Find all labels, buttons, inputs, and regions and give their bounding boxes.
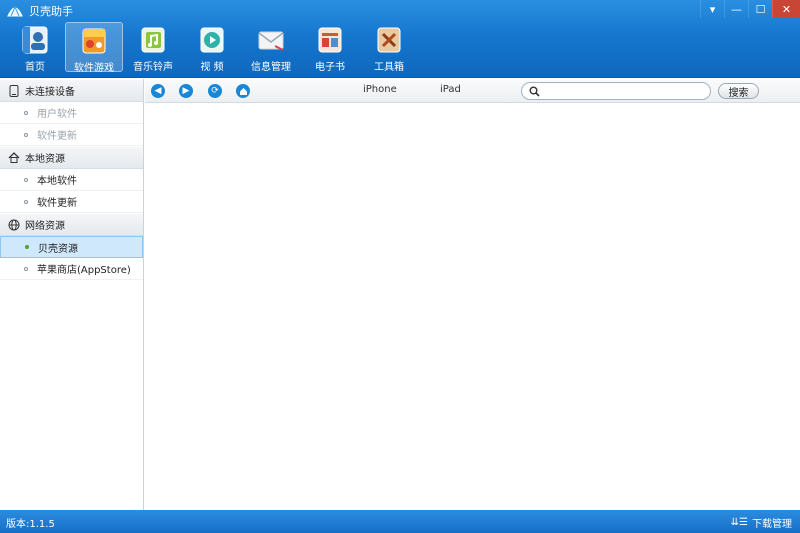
version-label: 版本:1.1.5	[6, 519, 55, 530]
refresh-button[interactable]: ⟳	[208, 84, 222, 98]
close-button[interactable]: ✕	[772, 0, 800, 18]
search-input[interactable]	[542, 84, 702, 98]
search-button[interactable]: 搜索	[718, 83, 759, 99]
nav-video[interactable]: 视 频	[183, 22, 241, 73]
title-toolbar-area: 贝壳助手 ▾ — ☐ ✕ 首页 软件游戏 音乐铃声 视 频 信息管理 电子书 工…	[0, 0, 800, 78]
home-small-icon	[239, 87, 247, 95]
ebook-icon	[313, 24, 347, 56]
app-title: 贝壳助手	[29, 5, 73, 18]
app-logo-icon	[7, 5, 23, 17]
nav-label: 视 频	[200, 62, 224, 73]
back-button[interactable]: ◀	[151, 84, 165, 98]
sidebar-section-network[interactable]: 网络资源	[0, 213, 143, 236]
search-box	[521, 82, 711, 100]
bullet-icon	[24, 177, 28, 182]
nav-label: 音乐铃声	[133, 62, 173, 73]
home-button[interactable]	[236, 84, 250, 98]
download-manager-label: 下载管理	[752, 519, 792, 530]
nav-label: 电子书	[315, 62, 345, 73]
sidebar-section-title: 网络资源	[25, 221, 65, 232]
sidebar-item-local-updates[interactable]: 软件更新	[0, 191, 143, 213]
sidebar: 未连接设备 用户软件 软件更新 本地资源 本地软件 软件更新 网络资源 贝壳资源…	[0, 79, 144, 510]
toolbox-icon	[372, 24, 406, 56]
nav-toolbox[interactable]: 工具箱	[360, 22, 418, 73]
sidebar-item-label: 本地软件	[37, 176, 77, 187]
app-title-bar: 贝壳助手	[6, 3, 73, 19]
content-area	[145, 104, 800, 510]
back-arrow-icon: ◀	[154, 85, 162, 96]
status-bar: 版本:1.1.5 ⇊☰ 下载管理	[0, 510, 800, 533]
main-nav: 首页 软件游戏 音乐铃声 视 频 信息管理 电子书 工具箱	[6, 22, 419, 74]
nav-ebook[interactable]: 电子书	[301, 22, 359, 73]
nav-message[interactable]: 信息管理	[242, 22, 300, 73]
nav-label: 信息管理	[251, 62, 291, 73]
sidebar-item-label: 软件更新	[37, 198, 77, 209]
window-controls: ▾ — ☐ ✕	[700, 0, 800, 18]
content-toolbar: ◀ ▶ ⟳ iPhone iPad 搜索	[145, 79, 800, 103]
nav-label: 工具箱	[374, 62, 404, 73]
nav-home[interactable]: 首页	[6, 22, 64, 73]
download-manager-button[interactable]: ⇊☰ 下载管理	[731, 515, 792, 530]
sidebar-section-title: 本地资源	[25, 154, 65, 165]
message-icon	[254, 24, 288, 56]
tab-ipad[interactable]: iPad	[440, 84, 461, 95]
sidebar-item-user-software[interactable]: 用户软件	[0, 102, 143, 124]
sidebar-item-label: 贝壳资源	[38, 243, 78, 255]
refresh-icon: ⟳	[211, 85, 219, 96]
nav-music[interactable]: 音乐铃声	[124, 22, 182, 73]
sidebar-item-label: 软件更新	[37, 131, 77, 142]
bullet-icon	[24, 132, 28, 137]
search-icon	[526, 83, 542, 99]
bullet-icon	[24, 110, 28, 115]
sidebar-item-device-updates[interactable]: 软件更新	[0, 124, 143, 146]
bullet-icon	[24, 199, 28, 204]
forward-button[interactable]: ▶	[179, 84, 193, 98]
sidebar-section-title: 未连接设备	[25, 87, 75, 98]
forward-arrow-icon: ▶	[182, 85, 190, 96]
nav-apps-games[interactable]: 软件游戏	[65, 22, 123, 74]
bullet-icon	[24, 266, 28, 271]
sidebar-item-beike-resources[interactable]: 贝壳资源	[0, 236, 143, 258]
download-list-icon: ⇊☰	[730, 517, 748, 528]
music-icon	[136, 24, 170, 56]
house-icon	[8, 152, 20, 164]
minimize-button[interactable]: —	[724, 0, 748, 18]
sidebar-item-local-software[interactable]: 本地软件	[0, 169, 143, 191]
sidebar-item-appstore[interactable]: 苹果商店(AppStore)	[0, 258, 143, 280]
sidebar-section-local[interactable]: 本地资源	[0, 146, 143, 169]
globe-icon	[8, 219, 20, 231]
maximize-button[interactable]: ☐	[748, 0, 772, 18]
menu-button[interactable]: ▾	[700, 0, 724, 18]
nav-label: 首页	[25, 62, 45, 73]
video-icon	[195, 24, 229, 56]
device-icon	[8, 84, 20, 97]
sidebar-item-label: 用户软件	[37, 109, 77, 120]
apps-games-icon	[77, 25, 111, 57]
active-bullet-icon	[25, 245, 29, 249]
home-icon	[18, 24, 52, 56]
sidebar-section-device[interactable]: 未连接设备	[0, 79, 143, 102]
nav-label: 软件游戏	[74, 63, 114, 74]
tab-iphone[interactable]: iPhone	[363, 84, 397, 95]
sidebar-item-label: 苹果商店(AppStore)	[37, 265, 131, 276]
